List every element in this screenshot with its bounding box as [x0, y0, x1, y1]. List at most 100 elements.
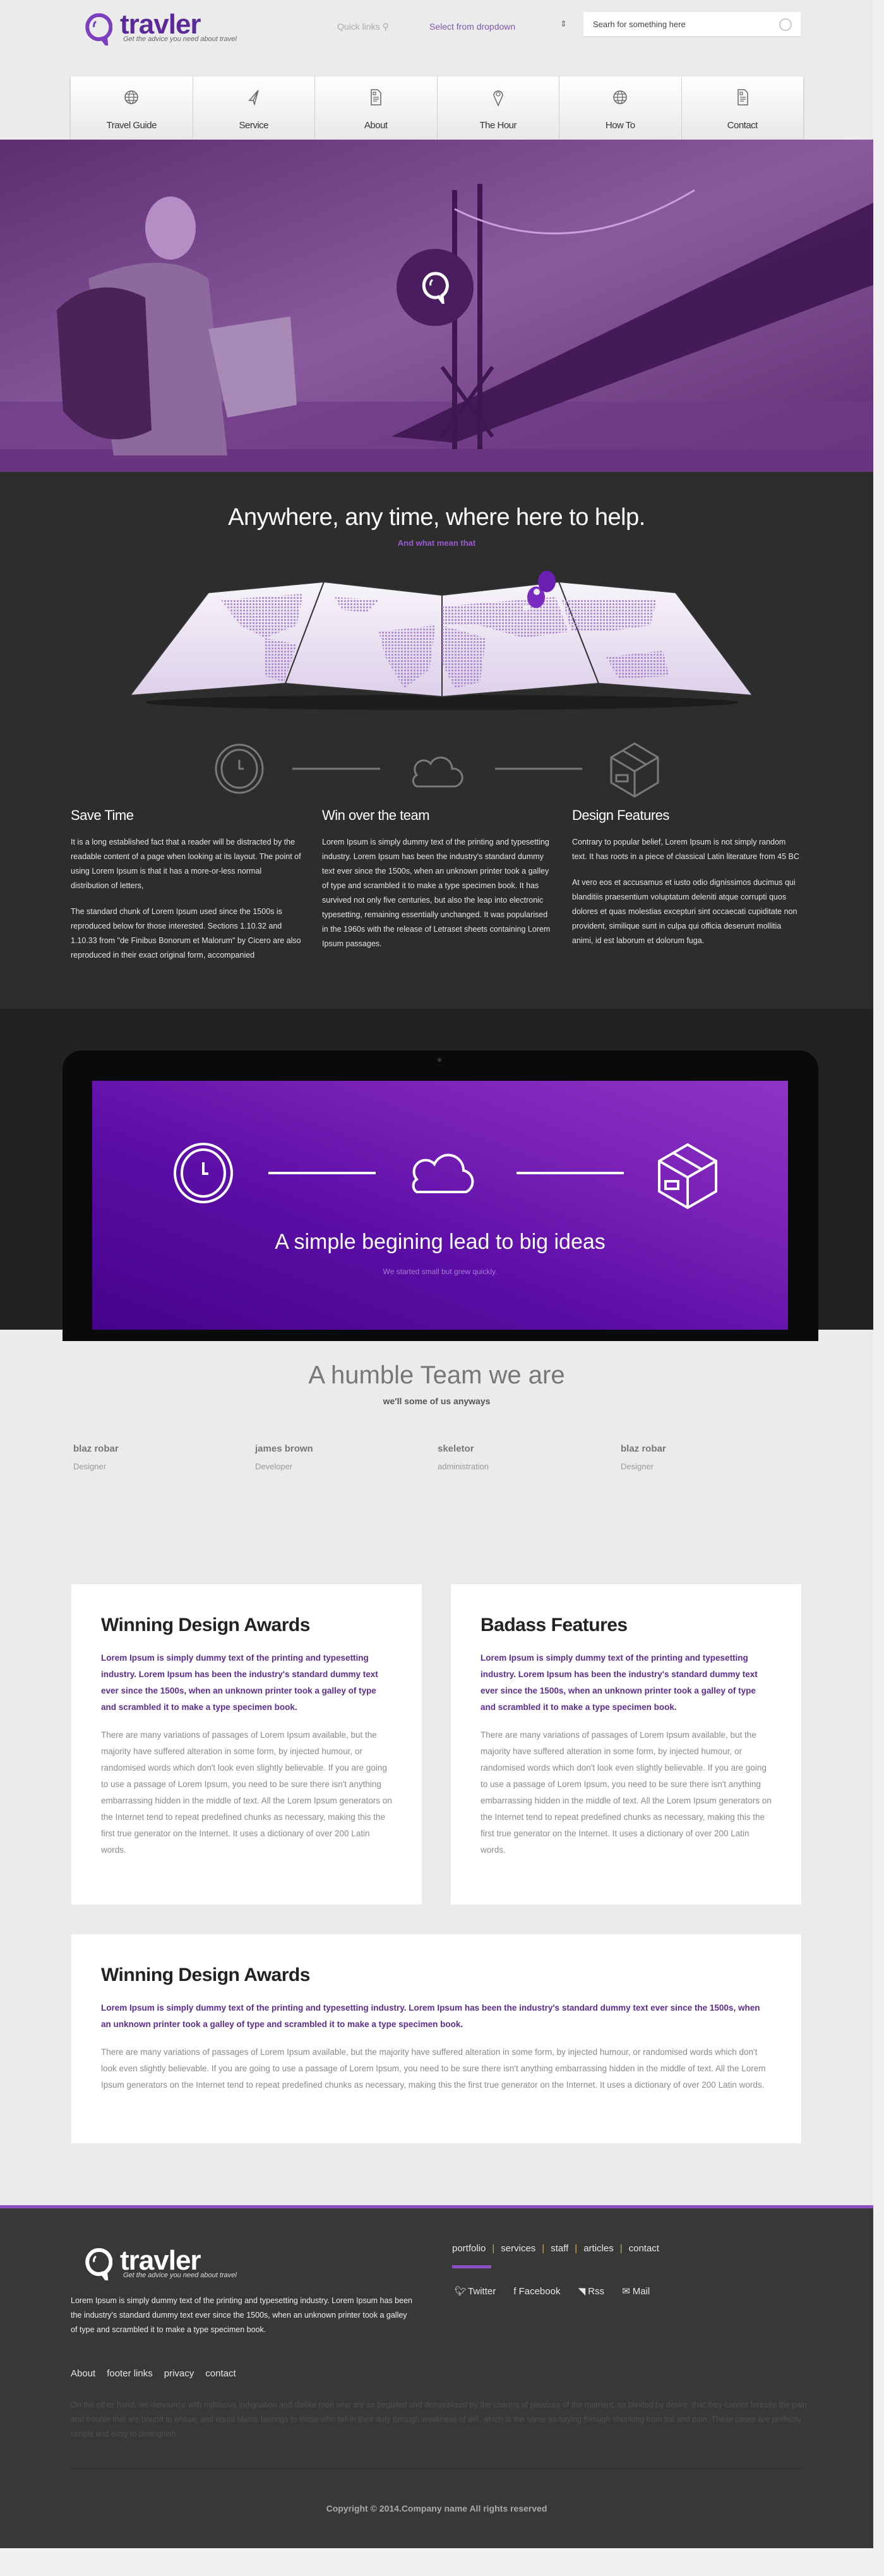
column-text: At vero eos et accusamus et iusto odio d… — [572, 878, 797, 945]
social-rss[interactable]: ◥ Rss — [578, 2286, 604, 2297]
footer-paragraph: On the other hand, we denounce with righ… — [71, 2400, 808, 2438]
member-role: Designer — [621, 1462, 654, 1471]
paper-plane-icon — [246, 88, 262, 110]
document-icon — [367, 88, 384, 110]
card-lead: Lorem Ipsum is simply dummy text of the … — [481, 1653, 758, 1712]
social-facebook[interactable]: f Facebook — [513, 2286, 560, 2297]
column-text: Lorem Ipsum is simply dummy text of the … — [322, 838, 551, 948]
footer-link[interactable]: contact — [205, 2368, 236, 2379]
nav-label: Contact — [727, 120, 758, 131]
card-features: Badass Features Lorem Ipsum is simply du… — [451, 1584, 801, 1905]
intro-subtitle: And what mean that — [397, 538, 476, 548]
team-member: blaz robar Designer — [621, 1443, 666, 1471]
clock-icon — [215, 743, 264, 794]
laptop-subtitle: We started small but grew quickly. — [383, 1267, 498, 1276]
team-member: james brown Developer — [255, 1443, 313, 1471]
copyright: Copyright © 2014.Company name All rights… — [326, 2503, 547, 2513]
social-mail[interactable]: ✉ Mail — [622, 2286, 650, 2297]
footer-nav-articles[interactable]: articles — [583, 2243, 614, 2254]
dropdown-select[interactable]: Select from dropdown — [429, 21, 515, 32]
clock-icon — [174, 1143, 233, 1203]
tagline: Get the advice you need about travel — [123, 35, 237, 43]
card-title: Winning Design Awards — [101, 1965, 310, 1985]
camera-icon — [438, 1058, 441, 1062]
nav-label: How To — [605, 120, 635, 131]
quick-links[interactable]: Quick links ⚲ — [337, 21, 389, 32]
footer-link[interactable]: footer links — [107, 2368, 153, 2379]
card-lead: Lorem Ipsum is simply dummy text of the … — [101, 2003, 760, 2029]
quick-links-label: Quick links — [337, 21, 380, 32]
twitter-icon: 🐦︎ — [455, 2286, 467, 2297]
footer-divider — [71, 2468, 803, 2469]
dropdown-arrows-icon[interactable]: ⇕ — [560, 19, 567, 29]
cloud-icon — [412, 756, 463, 788]
footer-nav-portfolio[interactable]: portfolio — [452, 2243, 486, 2254]
map-pin-icon — [490, 88, 506, 110]
social-links: 🐦︎ Twitter f Facebook ◥ Rss ✉ Mail — [455, 2285, 665, 2297]
rss-icon: ◥ — [578, 2286, 586, 2297]
logo-speech-bubble-icon — [85, 13, 112, 45]
member-role: administration — [438, 1462, 489, 1471]
nav-label: About — [364, 120, 388, 131]
search-input[interactable]: Searh for something here — [583, 12, 801, 37]
footer-links: About footer links privacy contact — [71, 2368, 248, 2380]
map-pin-icon: ⚲ — [382, 21, 389, 32]
member-name: skeletor — [438, 1443, 474, 1454]
box-icon — [658, 1143, 717, 1210]
speech-bubble-icon — [422, 272, 449, 304]
social-twitter[interactable]: 🐦︎ Twitter — [455, 2286, 496, 2297]
cloud-icon — [412, 1153, 474, 1193]
nav-item-how-to[interactable]: How To — [559, 76, 682, 140]
page: travler Get the advice you need about tr… — [0, 0, 873, 2548]
card-body: There are many variations of passages of… — [481, 1730, 772, 1855]
card-body: There are many variations of passages of… — [101, 2047, 766, 2090]
nav-item-about[interactable]: About — [315, 76, 438, 140]
nav-item-travel-guide[interactable]: Travel Guide — [71, 76, 193, 140]
nav-label: The Hour — [479, 120, 517, 131]
nav-item-the-hour[interactable]: The Hour — [438, 76, 559, 140]
clock-icon[interactable] — [779, 18, 792, 31]
column-title: Win over the team — [322, 807, 430, 823]
intro-column: Win over the team Lorem Ipsum is simply d… — [322, 807, 552, 951]
column-title: Save Time — [71, 807, 134, 823]
footer-nav-services[interactable]: services — [501, 2243, 535, 2254]
card-awards-wide: Winning Design Awards Lorem Ipsum is sim… — [71, 1934, 801, 2143]
footer-link[interactable]: About — [71, 2368, 95, 2379]
card-awards: Winning Design Awards Lorem Ipsum is sim… — [71, 1584, 422, 1905]
logo-speech-bubble-icon — [85, 2248, 112, 2280]
search-placeholder: Searh for something here — [593, 20, 686, 29]
separator: | — [619, 2243, 623, 2254]
intro-column: Save Time It is a long established fact t… — [71, 807, 301, 963]
member-name: blaz robar — [621, 1443, 666, 1454]
column-text: It is a long established fact that a rea… — [71, 838, 301, 890]
footer-nav-staff[interactable]: staff — [551, 2243, 568, 2254]
member-role: Designer — [73, 1462, 107, 1471]
footer-link[interactable]: privacy — [164, 2368, 194, 2379]
team-title: A humble Team we are — [308, 1361, 565, 1389]
nav-item-contact[interactable]: Contact — [682, 76, 804, 140]
nav-item-service[interactable]: Service — [193, 76, 315, 140]
nav-label: Service — [239, 120, 269, 131]
card-body: There are many variations of passages of… — [101, 1730, 392, 1855]
intro-column: Design Features Contrary to popular belie… — [572, 807, 803, 948]
main-nav: Travel Guide Service About The Hour How To Co… — [71, 76, 803, 140]
team-member: skeletor administration — [438, 1443, 489, 1471]
separator: | — [575, 2243, 578, 2254]
footer-nav-contact[interactable]: contact — [629, 2243, 659, 2254]
column-text: Contrary to popular belief, Lorem Ipsum … — [572, 838, 799, 861]
separator: | — [492, 2243, 495, 2254]
footer-nav: portfolio | services | staff | articles | contac… — [452, 2243, 659, 2254]
feature-icon-row — [215, 742, 659, 798]
member-name: blaz robar — [73, 1443, 119, 1454]
card-title: Winning Design Awards — [101, 1615, 310, 1635]
card-title: Badass Features — [481, 1615, 628, 1635]
team-subtitle: we'll some of us anyways — [383, 1396, 491, 1406]
hero-logo-badge — [397, 249, 474, 326]
intro-title: Anywhere, any time, where here to help. — [228, 504, 645, 531]
member-role: Developer — [255, 1462, 293, 1471]
document-icon — [734, 88, 751, 110]
column-text: The standard chunk of Lorem Ipsum used s… — [71, 907, 301, 960]
laptop-screen: A simple begining lead to big ideas We s… — [92, 1081, 788, 1330]
column-title: Design Features — [572, 807, 669, 823]
laptop-title: A simple begining lead to big ideas — [275, 1230, 606, 1254]
